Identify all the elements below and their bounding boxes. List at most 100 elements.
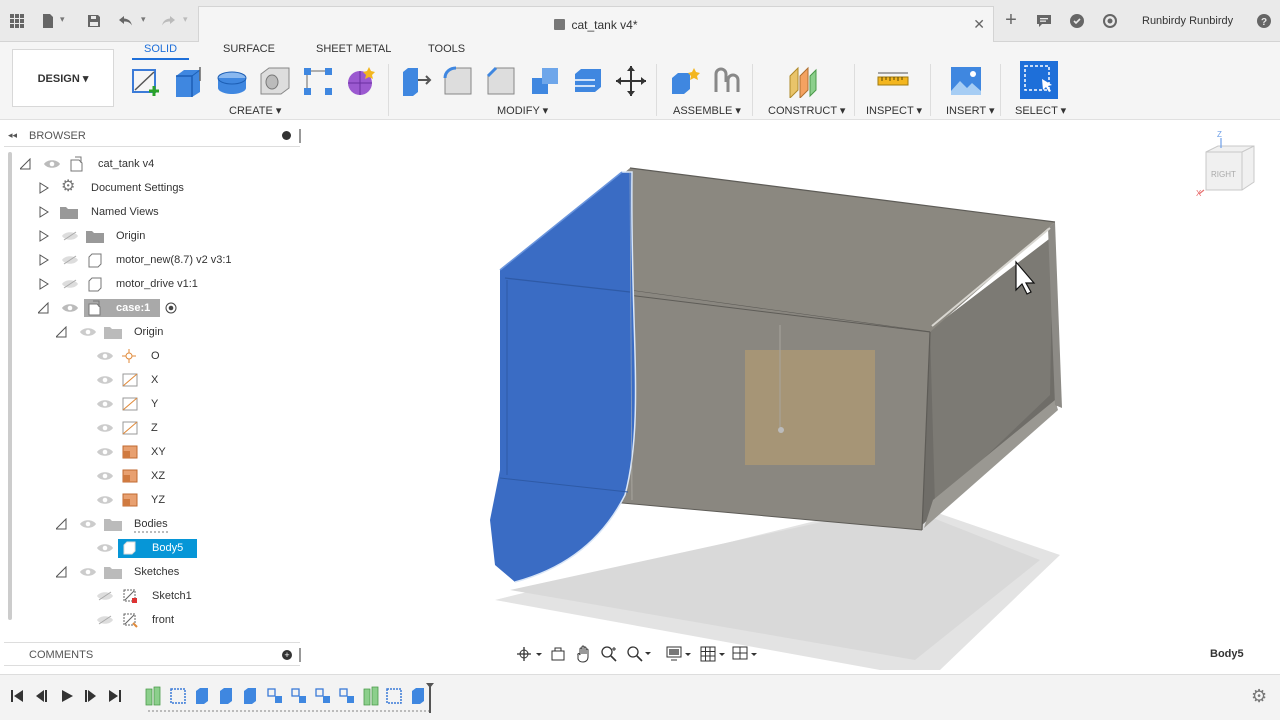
create-form-icon[interactable]: [343, 64, 377, 98]
timeline-marker[interactable]: [426, 683, 434, 713]
visibility-eye-icon[interactable]: [80, 519, 96, 529]
close-tab-icon[interactable]: ✕: [973, 16, 985, 33]
step-forward-icon[interactable]: [84, 689, 98, 703]
comments-header[interactable]: COMMENTS +: [4, 642, 301, 666]
undo-icon[interactable]: [118, 13, 134, 29]
visibility-eye-icon[interactable]: [44, 159, 60, 169]
tab-tools[interactable]: TOOLS: [416, 42, 477, 60]
visibility-eye-icon[interactable]: [97, 399, 113, 409]
tree-item-case[interactable]: case:1: [16, 297, 304, 319]
tree-item-axis-x[interactable]: X: [16, 369, 304, 391]
tree-item-origin[interactable]: Origin: [16, 225, 304, 247]
save-icon[interactable]: [86, 13, 102, 29]
redo-dropdown-caret[interactable]: ▾: [183, 14, 188, 25]
hidden-eye-icon[interactable]: [62, 255, 78, 265]
expand-triangle-icon[interactable]: [38, 230, 50, 242]
collapse-triangle-icon[interactable]: [56, 518, 68, 530]
tree-item-sketch1[interactable]: Sketch1: [16, 585, 304, 607]
browser-pin-icon[interactable]: [282, 131, 291, 140]
workspace-switcher[interactable]: DESIGN ▾: [12, 49, 114, 107]
joint-icon[interactable]: [710, 64, 744, 98]
construct-menu[interactable]: CONSTRUCT ▾: [768, 104, 845, 117]
tree-item-front[interactable]: front: [16, 609, 304, 631]
combine-icon[interactable]: [528, 64, 562, 98]
insert-menu[interactable]: INSERT ▾: [946, 104, 995, 117]
tree-item-bodies[interactable]: Bodies: [16, 513, 304, 535]
browser-header[interactable]: ◂◂ BROWSER: [4, 125, 301, 147]
collapse-triangle-icon[interactable]: [56, 566, 68, 578]
clock-icon[interactable]: [1102, 13, 1118, 29]
viewports-icon[interactable]: [732, 646, 758, 662]
tree-item-plane-yz[interactable]: YZ: [16, 489, 304, 511]
expand-triangle-icon[interactable]: [38, 206, 50, 218]
display-settings-icon[interactable]: [666, 646, 692, 662]
modify-menu[interactable]: MODIFY ▾: [497, 104, 548, 117]
shell-icon[interactable]: [571, 64, 605, 98]
tree-item-motor-new[interactable]: motor_new(8.7) v2 v3:1: [16, 249, 304, 271]
user-name[interactable]: Runbirdy Runbirdy: [1142, 15, 1233, 27]
notifications-icon[interactable]: [1036, 13, 1052, 29]
hidden-eye-icon[interactable]: [62, 279, 78, 289]
document-tab[interactable]: cat_tank v4* ✕: [198, 6, 994, 42]
assemble-menu[interactable]: ASSEMBLE ▾: [673, 104, 741, 117]
browser-scrollbar[interactable]: [8, 152, 12, 620]
visibility-eye-icon[interactable]: [97, 351, 113, 361]
visibility-eye-icon[interactable]: [97, 423, 113, 433]
help-icon[interactable]: ?: [1256, 13, 1272, 29]
pattern-icon[interactable]: [301, 64, 335, 98]
tab-surface[interactable]: SURFACE: [211, 42, 287, 60]
collapse-triangle-icon[interactable]: [20, 158, 32, 170]
visibility-eye-icon[interactable]: [97, 375, 113, 385]
visibility-eye-icon[interactable]: [97, 471, 113, 481]
visibility-eye-icon[interactable]: [97, 495, 113, 505]
step-back-icon[interactable]: [34, 689, 48, 703]
new-component-icon[interactable]: [668, 64, 702, 98]
press-pull-icon[interactable]: [398, 64, 432, 98]
timeline-settings-icon[interactable]: ⚙: [1251, 686, 1267, 706]
orbit-icon[interactable]: [516, 646, 542, 662]
add-comment-icon[interactable]: +: [282, 650, 292, 660]
redo-icon[interactable]: [160, 13, 176, 29]
tree-item-axis-z[interactable]: Z: [16, 417, 304, 439]
revolve-icon[interactable]: [215, 64, 249, 98]
hidden-eye-icon[interactable]: [97, 615, 113, 625]
expand-triangle-icon[interactable]: [38, 182, 50, 194]
file-icon[interactable]: [40, 13, 56, 29]
chamfer-icon[interactable]: [484, 64, 518, 98]
tree-item-origin-point[interactable]: O: [16, 345, 304, 367]
tree-item-named-views[interactable]: Named Views: [16, 201, 304, 223]
measure-icon[interactable]: [876, 64, 910, 98]
activate-radio-icon[interactable]: [165, 302, 177, 314]
collapse-panel-icon[interactable]: ◂◂: [8, 130, 17, 141]
undo-dropdown-caret[interactable]: ▾: [141, 14, 146, 25]
new-tab-icon[interactable]: +: [1002, 10, 1020, 30]
fillet-icon[interactable]: [441, 64, 475, 98]
tree-item-motor-drive[interactable]: motor_drive v1:1: [16, 273, 304, 295]
panel-resize-handle[interactable]: [299, 648, 301, 662]
visibility-eye-icon[interactable]: [80, 327, 96, 337]
go-to-start-icon[interactable]: [10, 689, 24, 703]
tree-item-document-settings[interactable]: ⚙ Document Settings: [16, 177, 304, 199]
tree-item-sketches[interactable]: Sketches: [16, 561, 304, 583]
go-to-end-icon[interactable]: [108, 689, 122, 703]
visibility-eye-icon[interactable]: [97, 543, 113, 553]
insert-image-icon[interactable]: [949, 64, 983, 98]
select-icon[interactable]: [1020, 61, 1058, 99]
collapse-triangle-icon[interactable]: [38, 302, 50, 314]
tree-item-plane-xz[interactable]: XZ: [16, 465, 304, 487]
canvas-viewport[interactable]: [305, 120, 1280, 670]
view-cube-icon[interactable]: [1196, 130, 1268, 202]
job-status-icon[interactable]: [1069, 13, 1085, 29]
grid-settings-icon[interactable]: [700, 646, 726, 662]
tree-item-body5[interactable]: Body5: [16, 537, 304, 559]
create-sketch-icon[interactable]: [130, 64, 164, 98]
hole-icon[interactable]: [258, 64, 292, 98]
extrude-icon[interactable]: [172, 64, 206, 98]
visibility-eye-icon[interactable]: [80, 567, 96, 577]
visibility-eye-icon[interactable]: [62, 303, 78, 313]
offset-plane-icon[interactable]: [786, 64, 820, 98]
play-icon[interactable]: [60, 689, 74, 703]
tab-solid[interactable]: SOLID: [132, 42, 190, 60]
expand-triangle-icon[interactable]: [38, 278, 50, 290]
inspect-menu[interactable]: INSPECT ▾: [866, 104, 922, 117]
